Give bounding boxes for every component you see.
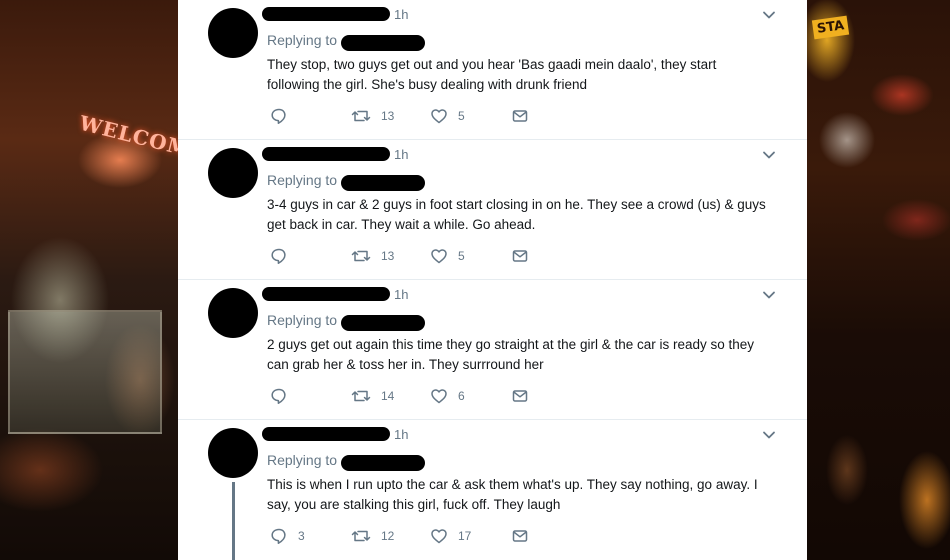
replying-to-label: Replying to: [267, 312, 338, 328]
like-button[interactable]: 17: [430, 527, 471, 545]
like-button[interactable]: 5: [430, 107, 465, 125]
tweet[interactable]: 1h Replying to 3-4 guys in car & 2 guys …: [178, 140, 807, 280]
retweet-icon: [351, 390, 371, 402]
chevron-down-icon[interactable]: [762, 8, 776, 22]
retweet-count: 14: [381, 389, 395, 403]
like-icon: [431, 109, 447, 124]
like-count: 17: [458, 529, 472, 543]
like-icon: [431, 389, 447, 404]
redacted-reply-handle: [341, 455, 425, 471]
redacted-reply-handle: [341, 35, 425, 51]
message-button[interactable]: [511, 107, 529, 125]
tweet-timestamp[interactable]: 1h: [394, 147, 408, 162]
replying-to-label: Replying to: [267, 172, 338, 188]
chevron-down-icon[interactable]: [762, 428, 776, 442]
chevron-down-icon[interactable]: [762, 148, 776, 162]
reply-count: 3: [298, 529, 305, 543]
message-button[interactable]: [511, 527, 529, 545]
like-icon: [431, 529, 447, 544]
tweet-timestamp[interactable]: 1h: [394, 287, 408, 302]
retweet-icon: [351, 110, 371, 122]
reply-icon: [271, 388, 286, 404]
thread-connector-line: [232, 482, 235, 560]
reply-button[interactable]: [270, 247, 298, 265]
tweet-text: This is when I run upto the car & ask th…: [267, 477, 758, 512]
retweet-count: 13: [381, 249, 395, 263]
tweet-timestamp[interactable]: 1h: [394, 7, 408, 22]
chevron-down-icon[interactable]: [762, 288, 776, 302]
message-icon: [512, 250, 528, 262]
avatar[interactable]: [208, 8, 258, 58]
like-button[interactable]: 6: [430, 387, 465, 405]
avatar[interactable]: [208, 148, 258, 198]
like-count: 5: [458, 249, 465, 263]
retweet-count: 13: [381, 109, 395, 123]
tweet-actions: 14 6: [270, 387, 570, 405]
background-photo-left: WELCOME: [0, 0, 178, 560]
like-icon: [431, 249, 447, 264]
display-case: [8, 310, 162, 434]
retweet-button[interactable]: 14: [351, 387, 394, 405]
redacted-reply-handle: [341, 315, 425, 331]
reply-icon: [271, 108, 286, 124]
avatar[interactable]: [208, 288, 258, 338]
message-button[interactable]: [511, 387, 529, 405]
like-count: 6: [458, 389, 465, 403]
message-icon: [512, 110, 528, 122]
tweet[interactable]: 1h Replying to This is when I run upto t…: [178, 420, 807, 560]
shop-sign: STA: [811, 15, 850, 40]
tweet-text: They stop, two guys get out and you hear…: [267, 57, 717, 92]
like-button[interactable]: 5: [430, 247, 465, 265]
message-icon: [512, 530, 528, 542]
tweet[interactable]: 1h Replying to They stop, two guys get o…: [178, 0, 807, 140]
redacted-username: [262, 147, 390, 161]
tweet-text: 2 guys get out again this time they go s…: [267, 337, 755, 372]
tweet-thread: 1h Replying to They stop, two guys get o…: [178, 0, 807, 560]
replying-to-label: Replying to: [267, 452, 338, 468]
message-button[interactable]: [511, 247, 529, 265]
welcome-sign: WELCOME: [77, 110, 178, 166]
reply-button[interactable]: 3: [270, 527, 305, 545]
retweet-button[interactable]: 12: [351, 527, 394, 545]
reply-icon: [271, 528, 286, 544]
reply-button[interactable]: [270, 387, 298, 405]
like-count: 5: [458, 109, 465, 123]
retweet-button[interactable]: 13: [351, 107, 394, 125]
tweet[interactable]: 1h Replying to 2 guys get out again this…: [178, 280, 807, 420]
retweet-icon: [351, 250, 371, 262]
retweet-button[interactable]: 13: [351, 247, 394, 265]
tweet-actions: 3 12 17: [270, 527, 570, 545]
tweet-actions: 13 5: [270, 107, 570, 125]
redacted-reply-handle: [341, 175, 425, 191]
tweet-timestamp[interactable]: 1h: [394, 427, 408, 442]
redacted-username: [262, 7, 390, 21]
replying-to-label: Replying to: [267, 32, 338, 48]
redacted-username: [262, 427, 390, 441]
tweet-actions: 13 5: [270, 247, 570, 265]
retweet-icon: [351, 530, 371, 542]
reply-icon: [271, 248, 286, 264]
redacted-username: [262, 287, 390, 301]
background-photo-right: STA: [807, 0, 950, 560]
avatar[interactable]: [208, 428, 258, 478]
tweet-text: 3-4 guys in car & 2 guys in foot start c…: [267, 197, 766, 232]
reply-button[interactable]: [270, 107, 298, 125]
retweet-count: 12: [381, 529, 395, 543]
message-icon: [512, 390, 528, 402]
